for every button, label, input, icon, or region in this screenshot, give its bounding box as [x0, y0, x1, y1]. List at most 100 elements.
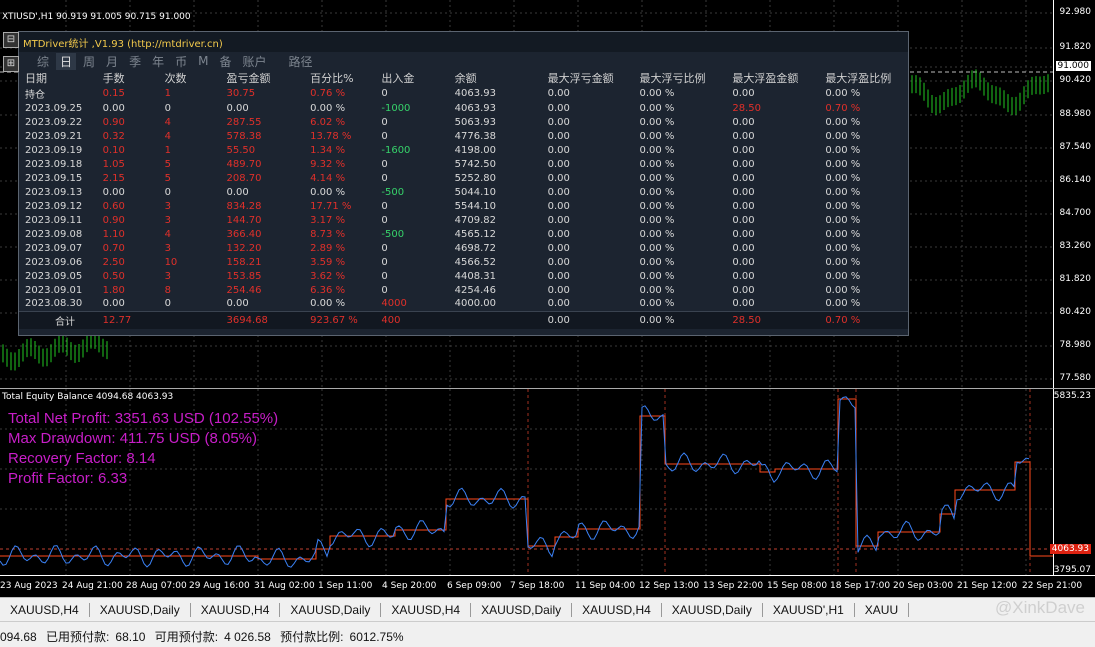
period-tab[interactable]: 季 — [125, 53, 145, 70]
equity-chart[interactable]: Total Equity Balance 4094.68 4063.93 Tot… — [0, 388, 1095, 576]
cell-max-loss: 0.00 — [547, 214, 570, 226]
cell-balance: 4000.00 — [454, 298, 497, 310]
equity-axis-current: 4063.93 — [1049, 544, 1091, 554]
time-axis-label: 4 Sep 20:00 — [382, 581, 437, 591]
table-row[interactable]: 2023.09.01 1.80 8 254.46 6.36 % 0 4254.46 0.00 0… — [19, 283, 908, 297]
cell-date: 持仓 — [25, 90, 45, 101]
table-row[interactable]: 2023.09.25 0.00 0 0.00 0.00 % -1000 4063.93 0.0… — [19, 101, 908, 115]
cell-pct: 3.62 % — [310, 270, 346, 282]
status-free-label: 可用预付款: — [154, 630, 219, 644]
table-row[interactable]: 2023.09.13 0.00 0 0.00 0.00 % -500 5044.10 0.00… — [19, 185, 908, 199]
column-header[interactable]: 最大浮盈金额 — [732, 70, 825, 86]
column-header[interactable]: 最大浮盈比例 — [825, 70, 908, 86]
table-row[interactable]: 2023.09.12 0.60 3 834.28 17.71 % 0 5544.10 0.00… — [19, 199, 908, 213]
column-header[interactable]: 出入金 — [381, 70, 454, 86]
cell-lots: 0.00 — [102, 102, 125, 114]
cell-date: 2023.09.11 — [25, 214, 83, 226]
cell-max-loss-pct: 0.00 % — [639, 270, 675, 282]
column-header[interactable]: 百分比% — [310, 70, 381, 86]
cell-balance: 4198.00 — [454, 144, 497, 156]
symbol-tab[interactable]: XAUUSD,Daily — [280, 602, 382, 617]
cell-flow: -1000 — [381, 102, 411, 114]
total-max-profit: 28.50 — [732, 310, 826, 329]
table-row[interactable]: 持仓 0.15 1 30.75 0.76 % 0 4063.93 0.00 0.00 % 0.00… — [19, 86, 908, 101]
cell-max-loss: 0.00 — [547, 88, 570, 99]
table-row[interactable]: 2023.09.19 0.10 1 55.50 1.34 % -1600 4198.00 0.… — [19, 143, 908, 157]
period-tab[interactable]: 日 — [56, 52, 77, 70]
cell-max-loss-pct: 0.00 % — [639, 102, 675, 114]
cell-count: 0 — [164, 186, 171, 198]
period-tab[interactable]: 账户 — [238, 53, 270, 70]
period-tab[interactable]: 币 — [171, 53, 191, 70]
period-tab[interactable]: 综 — [33, 53, 53, 70]
table-row[interactable]: 2023.09.15 2.15 5 208.70 4.14 % 0 5252.80 0.00 0… — [19, 171, 908, 185]
cell-max-loss-pct: 0.00 % — [639, 228, 675, 240]
cell-max-loss: 0.00 — [547, 102, 570, 114]
cell-flow: 0 — [381, 172, 388, 184]
price-axis-label: 81.820 — [1059, 274, 1092, 284]
table-row[interactable]: 2023.09.11 0.90 3 144.70 3.17 % 0 4709.82 0.00 0… — [19, 213, 908, 227]
cell-lots: 1.05 — [102, 158, 125, 170]
column-header[interactable]: 最大浮亏金额 — [548, 70, 640, 86]
cell-count: 0 — [164, 298, 171, 310]
period-tab[interactable]: 年 — [148, 53, 168, 70]
time-axis-label: 6 Sep 09:00 — [447, 581, 502, 591]
equity-stat-line: Recovery Factor: 8.14 — [8, 450, 156, 467]
collapse-icon[interactable]: ⊟ — [3, 32, 19, 48]
panel-header[interactable]: MTDriver统计 ,V1.93 (http://mtdriver.cn) — [19, 32, 908, 52]
symbol-tab[interactable]: XAUUSD,H4 — [381, 602, 472, 617]
table-row[interactable]: 2023.09.18 1.05 5 489.70 9.32 % 0 5742.50 0.00 0… — [19, 157, 908, 171]
cell-pnl: 0.00 — [226, 102, 249, 114]
cell-pnl: 578.38 — [226, 130, 262, 142]
price-axis-label: 88.980 — [1059, 109, 1092, 119]
cell-pct: 2.89 % — [310, 242, 346, 254]
column-header[interactable]: 最大浮亏比例 — [639, 70, 732, 86]
cell-count: 3 — [164, 270, 171, 282]
table-row[interactable]: 2023.09.07 0.70 3 132.20 2.89 % 0 4698.72 0.00 0… — [19, 241, 908, 255]
symbol-tab[interactable]: XAUUSD,H4 — [191, 602, 281, 617]
table-row[interactable]: 2023.09.22 0.90 4 287.55 6.02 % 0 5063.93 0.00 0… — [19, 115, 908, 129]
symbol-tab[interactable]: XAUUSD,H4 — [572, 602, 662, 617]
cell-max-loss: 0.00 — [547, 270, 570, 282]
grid-icon[interactable]: ⊞ — [3, 56, 19, 72]
cell-date: 2023.09.06 — [25, 256, 83, 268]
column-header[interactable]: 日期 — [19, 70, 103, 86]
cell-max-loss-pct: 0.00 % — [639, 256, 675, 268]
symbol-tab[interactable]: XAUUSD,Daily — [90, 602, 191, 617]
table-row[interactable]: 2023.08.30 0.00 0 0.00 0.00 % 4000 4000.00 0.00… — [19, 297, 908, 311]
cell-lots: 0.90 — [102, 116, 125, 128]
cell-balance: 4254.46 — [454, 284, 497, 296]
table-row[interactable]: 2023.09.06 2.50 10 158.21 3.59 % 0 4566.52 0.00… — [19, 255, 908, 269]
cell-max-loss: 0.00 — [547, 144, 570, 156]
column-header[interactable]: 次数 — [165, 70, 227, 86]
column-header[interactable]: 盈亏金额 — [227, 70, 311, 86]
cell-max-profit: 0.00 — [732, 158, 755, 170]
cell-max-profit: 0.00 — [732, 116, 755, 128]
symbol-tab[interactable]: XAUUSD,Daily — [662, 602, 763, 617]
cell-max-profit: 0.00 — [732, 200, 755, 212]
time-axis: 23 Aug 2023 24 Aug 21:00 28 Aug 07:00 29 Au… — [0, 575, 1095, 597]
period-tab[interactable]: 周 — [79, 53, 99, 70]
period-tab[interactable]: 备 — [215, 53, 235, 70]
cell-lots: 0.15 — [102, 88, 125, 99]
cell-max-profit-pct: 0.00 % — [825, 88, 861, 99]
period-tab[interactable]: 路径 — [285, 53, 317, 70]
stats-panel[interactable]: ⊟ ⊞ MTDriver统计 ,V1.93 (http://mtdriver.c… — [3, 31, 909, 336]
status-level-label: 预付款比例: — [280, 630, 344, 644]
table-row[interactable]: 2023.09.08 1.10 4 366.40 8.73 % -500 4565.12 0.… — [19, 227, 908, 241]
symbol-tab[interactable]: XAUUSD',H1 — [763, 602, 855, 617]
cell-max-loss: 0.00 — [547, 200, 570, 212]
symbol-tab[interactable]: XAUUSD,H4 — [0, 602, 90, 617]
table-row[interactable]: 2023.09.05 0.50 3 153.85 3.62 % 0 4408.31 0.00 0… — [19, 269, 908, 283]
symbol-tab[interactable]: XAUUSD,Daily — [471, 602, 573, 617]
column-header[interactable]: 余额 — [455, 70, 548, 86]
cell-lots: 1.10 — [102, 228, 125, 240]
table-row[interactable]: 2023.09.21 0.32 4 578.38 13.78 % 0 4776.38 0.00… — [19, 129, 908, 143]
period-tab[interactable]: 月 — [102, 53, 122, 70]
cell-balance: 5252.80 — [454, 172, 497, 184]
cell-lots: 0.32 — [102, 130, 125, 142]
period-tab[interactable]: M — [194, 54, 212, 68]
column-header[interactable]: 手数 — [103, 70, 165, 86]
cell-max-loss-pct: 0.00 % — [639, 214, 675, 226]
symbol-tab[interactable]: XAUU — [855, 602, 910, 617]
